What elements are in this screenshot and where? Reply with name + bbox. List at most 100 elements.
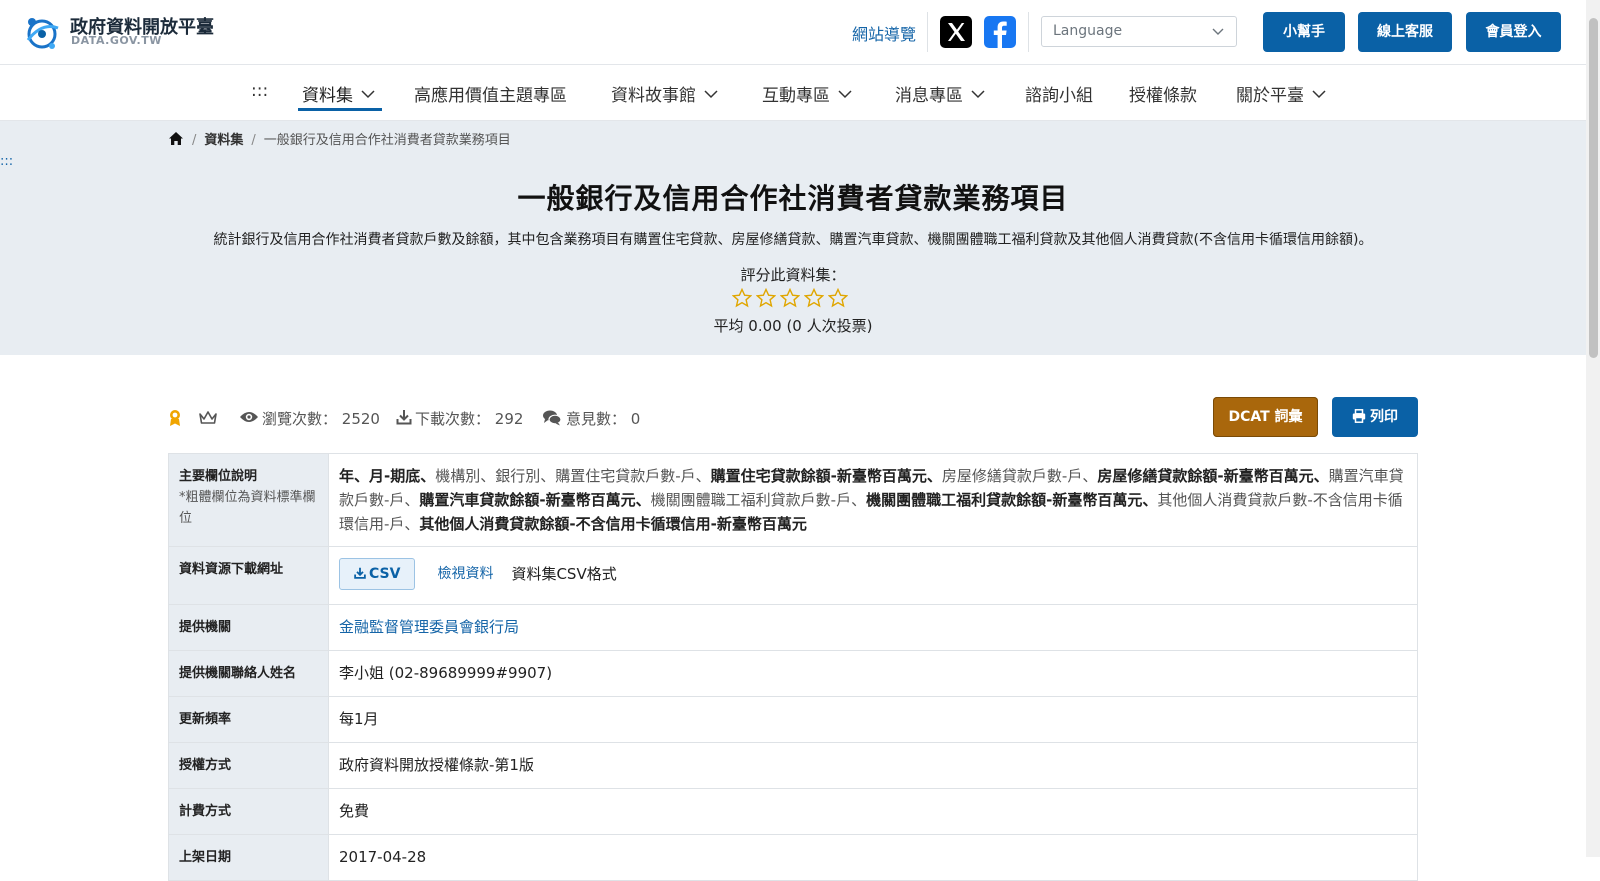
print-button-label: 列印 (1370, 409, 1398, 425)
scrollbar-thumb[interactable] (1589, 18, 1598, 358)
field-name: 、 (420, 467, 436, 485)
chevron-down-icon (704, 89, 718, 98)
fields-key: 主要欄位說明 (179, 469, 258, 484)
field-name: 機關團體職工福利貸款餘額-新臺幣百萬元 (866, 491, 1143, 509)
nav-item-news[interactable]: 消息專區 (895, 81, 985, 106)
dataset-description: 統計銀行及信用合作社消費者貸款戶數及餘額，其中包含業務項目有購置住宅貸款、房屋修… (213, 232, 1373, 248)
divider (927, 12, 928, 52)
dataset-info-table: 主要欄位說明 *粗體欄位為資料標準欄位 年、月-期底、機構別、銀行別、購置住宅貸… (168, 453, 1418, 881)
table-row: 主要欄位說明 *粗體欄位為資料標準欄位 年、月-期底、機構別、銀行別、購置住宅貸… (168, 453, 1418, 547)
site-logo[interactable]: 政府資料開放平臺 DATA.GOV.TW (22, 12, 222, 52)
star-icon[interactable] (828, 288, 848, 308)
frequency-value: 每1月 (328, 696, 1418, 743)
breadcrumb: / 資料集 / 一般銀行及信用合作社消費者貸款業務項目 (168, 129, 511, 148)
field-name: 、 (1142, 491, 1158, 509)
downloads-count: 292 (494, 410, 524, 428)
table-row: 上架日期 2017-04-28 (168, 834, 1418, 881)
table-row: 更新頻率 每1月 (168, 696, 1418, 743)
nav-item-label: 消息專區 (895, 86, 963, 106)
eye-icon (240, 412, 258, 422)
print-button[interactable]: 列印 (1332, 397, 1418, 437)
field-name: 其他個人消費貸款餘額-不含信用卡循環信用-新臺幣百萬元 (419, 515, 807, 533)
crown-icon (199, 411, 217, 424)
nav-item-data-stories[interactable]: 資料故事館 (611, 81, 718, 106)
view-data-link[interactable]: 檢視資料 (437, 566, 493, 582)
logo-icon (26, 18, 59, 49)
nav-item-license[interactable]: 授權條款 (1129, 81, 1197, 106)
star-icon[interactable] (756, 288, 776, 308)
rating-stars (732, 288, 854, 310)
csv-label: CSV (369, 566, 401, 582)
downloads-label: 下載次數： (415, 410, 491, 428)
table-row: 提供機關 金融監督管理委員會銀行局 (168, 604, 1418, 651)
nav-item-high-value[interactable]: 高應用價值主題專區 (414, 81, 567, 106)
breadcrumb-separator: / (192, 133, 197, 148)
top-header: 政府資料開放平臺 DATA.GOV.TW 網站導覽 Language 小幫手 線… (0, 0, 1586, 65)
provider-key: 提供機關 (168, 604, 329, 651)
comments-label: 意見數： (566, 410, 627, 428)
frequency-key: 更新頻率 (168, 696, 329, 743)
views-label: 瀏覽次數： (262, 410, 338, 428)
contact-key: 提供機關聯絡人姓名 (168, 650, 329, 697)
chevron-down-icon (1212, 28, 1224, 35)
facebook-icon[interactable] (984, 16, 1016, 48)
nav-item-label: 資料集 (302, 86, 353, 106)
fields-value: 年、月-期底、機構別、銀行別、購置住宅貸款戶數-戶、購置住宅貸款餘額-新臺幣百萬… (328, 453, 1418, 547)
field-name: 機關團體職工福利貸款戶數-戶、 (650, 491, 867, 509)
publish-date-key: 上架日期 (168, 834, 329, 881)
page-title: 一般銀行及信用合作社消費者貸款業務項目 (517, 182, 1069, 215)
nav-item-label: 互動專區 (762, 86, 830, 106)
field-name: 機構別、銀行別、購置住宅貸款戶數-戶、 (435, 467, 711, 485)
member-login-button[interactable]: 會員登入 (1466, 12, 1561, 52)
home-icon[interactable] (168, 131, 184, 146)
star-icon[interactable] (804, 288, 824, 308)
nav-active-indicator (298, 108, 382, 111)
nav-item-datasets[interactable]: 資料集 (302, 81, 375, 106)
field-name: 購置汽車貸款餘額-新臺幣百萬元 (419, 491, 636, 509)
rating-label: 評分此資料集： (740, 266, 846, 284)
table-row: 計費方式 免費 (168, 788, 1418, 835)
breadcrumb-separator: / (251, 133, 256, 148)
nav-item-interactive[interactable]: 互動專區 (762, 81, 852, 106)
chevron-down-icon (971, 89, 985, 98)
table-row: 資料資源下載網址 CSV 檢視資料 資料集CSV格式 (168, 546, 1418, 605)
table-row: 提供機關聯絡人姓名 李小姐 (02-89689999#9907) (168, 650, 1418, 697)
sitemap-link[interactable]: 網站導覽 (852, 21, 916, 45)
nav-item-about[interactable]: 關於平臺 (1236, 81, 1326, 106)
dataset-hero: / 資料集 / 一般銀行及信用合作社消費者貸款業務項目 ::: 一般銀行及信用合作社消… (0, 121, 1586, 355)
language-select-value: Language (1053, 23, 1123, 39)
publish-date-value: 2017-04-28 (328, 834, 1418, 881)
dcat-vocabulary-button[interactable]: DCAT 詞彙 (1213, 397, 1318, 437)
field-name: 房屋修繕貸款餘額-新臺幣百萬元 (1097, 467, 1314, 485)
chevron-down-icon (838, 89, 852, 98)
star-icon[interactable] (780, 288, 800, 308)
star-icon[interactable] (732, 288, 752, 308)
nav-item-advisory[interactable]: 諮詢小組 (1025, 81, 1093, 106)
comments-count: 0 (630, 410, 641, 428)
x-twitter-icon[interactable] (940, 16, 972, 48)
provider-link[interactable]: 金融監督管理委員會銀行局 (339, 618, 519, 636)
provider-value: 金融監督管理委員會銀行局 (328, 604, 1418, 651)
nav-accesskey[interactable]: ::: (251, 81, 268, 101)
field-name: 年、月-期底 (339, 467, 421, 485)
csv-download-button[interactable]: CSV (339, 558, 416, 590)
main-nav: ::: 資料集 高應用價值主題專區 資料故事館 互動專區 消息專區 諮詢小組 授… (0, 65, 1586, 121)
fields-note: *粗體欄位為資料標準欄位 (179, 490, 316, 526)
content-accesskey[interactable]: ::: (0, 154, 13, 169)
rating-average: 平均 0.00 (0 人次投票) (713, 317, 873, 335)
contact-value: 李小姐 (02-89689999#9907) (328, 650, 1418, 697)
breadcrumb-current: 一般銀行及信用合作社消費者貸款業務項目 (263, 133, 511, 148)
helper-button[interactable]: 小幫手 (1263, 12, 1345, 52)
nav-item-label: 關於平臺 (1236, 86, 1304, 106)
comments-icon (543, 410, 562, 426)
badge-icon (170, 410, 180, 426)
language-select[interactable]: Language (1041, 16, 1237, 47)
fee-key: 計費方式 (168, 788, 329, 835)
logo-subtitle: DATA.GOV.TW (71, 34, 162, 47)
online-support-button[interactable]: 線上客服 (1358, 12, 1452, 52)
chevron-down-icon (1312, 89, 1326, 98)
field-name: 、 (926, 467, 942, 485)
field-name: 、 (1313, 467, 1329, 485)
field-name: 、 (635, 491, 651, 509)
breadcrumb-datasets[interactable]: 資料集 (204, 133, 243, 148)
